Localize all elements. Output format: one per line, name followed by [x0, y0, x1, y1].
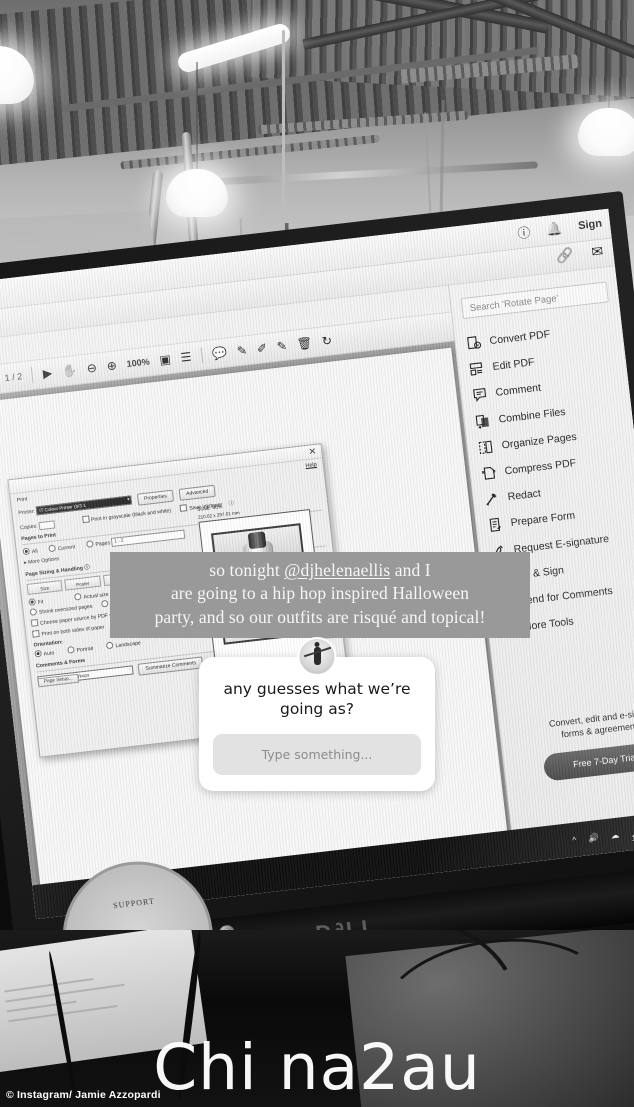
question-answer-input[interactable]: Type something... — [213, 733, 421, 775]
hand-tool-icon[interactable]: ✋ — [61, 363, 77, 379]
zoom-level[interactable]: 100% — [126, 356, 150, 369]
orientation-landscape-radio[interactable]: Landscape — [106, 640, 141, 650]
pendant-bulb — [0, 46, 34, 104]
printer-label: Printer: — [18, 508, 36, 517]
orientation-auto-radio[interactable]: Auto — [34, 650, 54, 658]
edit-pdf-icon — [468, 361, 485, 378]
cloud-icon[interactable]: ☁ — [610, 829, 620, 841]
acrobat-share-icons: 🔗 ✉ — [555, 243, 604, 265]
taskbar-clock[interactable]: 8:17 PM 1/11/2024 — [630, 818, 634, 843]
tool-label: Redact — [507, 487, 542, 504]
zoom-out-icon[interactable]: ⊖ — [86, 361, 98, 376]
pages-all-radio[interactable]: All — [23, 548, 38, 556]
acrobat-header-icons: ⓘ 🔔 Sign — [516, 214, 603, 243]
camera-drop-rod — [282, 30, 285, 235]
tool-label: Prepare Form — [510, 509, 576, 530]
stamp-icon[interactable]: ✎ — [276, 339, 288, 354]
monitor-sticker-label: SUPPORT — [112, 896, 156, 911]
page-indicator: 1 / 2 — [4, 371, 23, 384]
copies-input[interactable] — [38, 520, 56, 530]
acrobat-promo: Convert, edit and e-sign p forms & agree… — [510, 701, 634, 785]
tab-poster[interactable]: Poster — [64, 575, 101, 591]
comment-icon — [471, 387, 488, 404]
tab-size[interactable]: Size — [26, 579, 63, 595]
draw-icon[interactable]: ✐ — [256, 341, 268, 356]
instagram-question-sticker[interactable]: any guesses what we’re going as? Type so… — [199, 637, 435, 791]
print-help-link[interactable]: Help — [305, 462, 317, 469]
banner-line-1-post: and I — [390, 560, 431, 580]
banner-mention[interactable]: @djhelenaellis — [284, 560, 390, 580]
compress-pdf-icon — [480, 465, 497, 482]
delete-icon[interactable]: 🗑 — [296, 336, 313, 352]
toolbar-divider — [31, 366, 34, 383]
banner-line-1-pre: so tonight — [209, 560, 285, 580]
sign-in-label[interactable]: Sign — [577, 217, 602, 232]
print-dialog-title: Print — [16, 496, 28, 504]
tools-search-input[interactable]: Search 'Rotate Page' — [460, 281, 610, 320]
orientation-portrait-radio[interactable]: Portrait — [67, 646, 93, 655]
banner-line-3: party, and so our outfits are risqué and… — [154, 606, 486, 627]
more-options-label: More Options — [27, 555, 60, 566]
envelope-icon[interactable]: ✉ — [590, 243, 604, 261]
bell-icon[interactable]: 🔔 — [545, 220, 563, 238]
free-trial-button[interactable]: Free 7-Day Trial — [542, 740, 634, 782]
avatar[interactable] — [297, 637, 337, 676]
pendant-light-center — [164, 62, 230, 217]
pendant-light-right — [576, 54, 634, 156]
perfume-cap-graphic — [247, 531, 267, 550]
scroll-mode-icon[interactable]: ☰ — [180, 350, 192, 365]
taskbar-time: 8:17 PM — [630, 818, 634, 833]
pendant-bulb — [166, 169, 228, 217]
highlight-icon[interactable]: ✎ — [236, 343, 248, 358]
tool-label: Convert PDF — [489, 328, 551, 348]
question-text: any guesses what we’re going as? — [223, 680, 411, 719]
toolbar-divider-2 — [200, 347, 204, 364]
paper-line-2 — [5, 983, 125, 1003]
advanced-button[interactable]: Advanced — [178, 484, 216, 501]
zoom-in-icon[interactable]: ⊕ — [106, 358, 118, 373]
horizontal-pipe — [208, 161, 538, 186]
tool-label: Organize Pages — [501, 430, 578, 452]
combine-files-icon — [474, 413, 491, 430]
rotate-icon[interactable]: ↻ — [321, 333, 333, 348]
properties-button[interactable]: Properties — [136, 489, 175, 506]
share-icon[interactable]: 🔗 — [555, 246, 574, 265]
tool-label: Edit PDF — [492, 356, 536, 374]
tool-label: Compress PDF — [504, 457, 577, 478]
organize-pages-icon — [477, 439, 494, 456]
story-text-banner: so tonight @djhelenaellis and I are goin… — [110, 552, 530, 639]
comment-icon[interactable]: 💬 — [211, 346, 227, 362]
convert-pdf-icon — [465, 335, 482, 352]
speaker-icon[interactable]: 🔊 — [588, 831, 600, 843]
question-circle-icon[interactable]: ⓘ — [516, 222, 532, 242]
banner-line-2: are going to a hip hop inspired Hallowee… — [170, 583, 470, 604]
pages-range-radio[interactable]: Pages — [86, 540, 110, 549]
tool-label: Combine Files — [498, 405, 567, 426]
chevron-up-icon[interactable]: ^ — [572, 835, 577, 845]
fit-radio[interactable]: Fit — [28, 599, 43, 607]
redact-icon — [483, 491, 500, 508]
paper-line-3 — [6, 1000, 77, 1013]
pendant-light-left — [0, 0, 34, 104]
pendant-bulb — [578, 108, 634, 156]
copies-label: Copies: — [19, 523, 38, 532]
tool-label: Comment — [495, 382, 542, 400]
prepare-form-icon — [486, 517, 503, 534]
fit-page-icon[interactable]: ▣ — [159, 352, 172, 367]
pages-current-radio[interactable]: Current — [49, 544, 76, 553]
tool-label: Send for Comments — [519, 584, 614, 608]
banner-line-1: so tonight @djhelenaellis and I — [120, 559, 520, 582]
close-x-icon[interactable]: ✕ — [308, 446, 317, 458]
photo-credit: © Instagram/ Jamie Azzopardi — [6, 1089, 161, 1101]
select-cursor-icon[interactable]: ▶ — [42, 366, 53, 381]
screenshot-root: ⓘ 🔔 Sign 🔗 ✉ 💾 1 / 2 ▶ — [0, 0, 634, 1107]
